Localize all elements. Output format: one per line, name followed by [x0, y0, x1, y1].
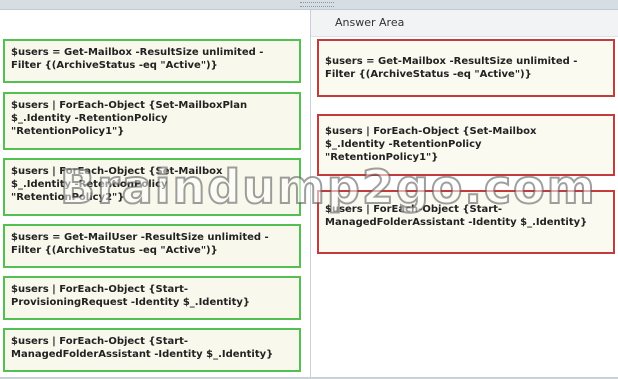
- source-item[interactable]: $users | ForEach-Object {Start- ManagedF…: [3, 328, 301, 372]
- source-item[interactable]: $users | ForEach-Object {Set-Mailbox $_.…: [3, 158, 301, 216]
- answer-slot[interactable]: $users = Get-Mailbox -ResultSize unlimit…: [317, 39, 615, 97]
- answer-slot[interactable]: $users | ForEach-Object {Set-Mailbox $_.…: [317, 114, 615, 176]
- splitter-grip[interactable]: [300, 2, 334, 7]
- answer-area-title: Answer Area: [335, 16, 405, 29]
- top-toolbar: [0, 0, 618, 10]
- answer-area: Answer Area $users = Get-Mailbox -Result…: [311, 10, 618, 378]
- source-item[interactable]: $users | ForEach-Object {Set-MailboxPlan…: [3, 92, 301, 150]
- answer-slot[interactable]: $users | ForEach-Object {Start- ManagedF…: [317, 190, 615, 254]
- source-item[interactable]: $users = Get-MailUser -ResultSize unlimi…: [3, 224, 301, 268]
- source-item[interactable]: $users = Get-Mailbox -ResultSize unlimit…: [3, 39, 301, 83]
- source-item[interactable]: $users | ForEach-Object {Start- Provisio…: [3, 276, 301, 320]
- answer-area-header: Answer Area: [311, 10, 618, 37]
- source-pane: $users = Get-Mailbox -ResultSize unlimit…: [0, 10, 311, 378]
